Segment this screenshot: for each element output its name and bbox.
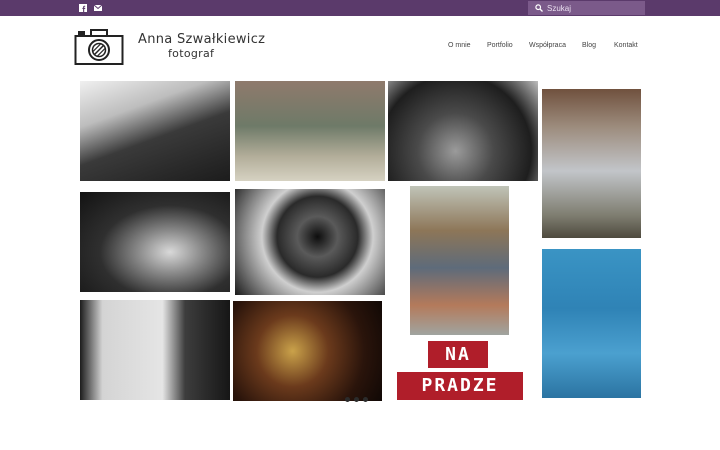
gallery-photo-spiral-staircase[interactable]: [235, 189, 385, 295]
nav-item-portfolio[interactable]: Portfolio: [487, 42, 513, 49]
gallery-photo-old-facade[interactable]: [410, 186, 509, 335]
nav-item-kontakt[interactable]: Kontakt: [614, 42, 638, 49]
gallery-photo-window-cat[interactable]: [80, 300, 230, 400]
mail-icon[interactable]: [94, 4, 102, 12]
nav-item-o-mnie[interactable]: O mnie: [448, 42, 471, 49]
slider-dot-1[interactable]: [345, 397, 350, 402]
nav-item-wspolpraca[interactable]: Współpraca: [529, 42, 566, 49]
slider-dot-2[interactable]: [354, 397, 359, 402]
brand-name[interactable]: Anna Szwałkiewicz: [138, 32, 265, 47]
search-input[interactable]: [547, 2, 642, 14]
slider-dot-3[interactable]: [363, 397, 368, 402]
gallery-photo-blue-shrine[interactable]: [542, 249, 641, 398]
brand-subtitle: fotograf: [168, 47, 215, 60]
poster-line-2: PRADZE: [397, 372, 523, 400]
search-box[interactable]: [528, 1, 645, 15]
camera-logo-icon[interactable]: [74, 28, 124, 66]
top-bar: [0, 0, 720, 16]
gallery-photo-wall-shrine[interactable]: [542, 89, 641, 238]
gallery-photo-stairwell-night[interactable]: [233, 301, 382, 401]
nav-item-blog[interactable]: Blog: [582, 42, 596, 49]
search-icon[interactable]: [533, 2, 545, 14]
gallery-photo-courtyard-buildings[interactable]: [80, 81, 230, 181]
na-pradze-poster[interactable]: NA PRADZE: [396, 341, 524, 401]
poster-line-1: NA: [428, 341, 488, 368]
facebook-icon[interactable]: [79, 4, 87, 12]
gallery-photo-archway[interactable]: [80, 192, 230, 292]
gallery-photo-courtyard-sculpture[interactable]: [388, 81, 538, 181]
gallery-photo-courtyard-shrine[interactable]: [235, 81, 385, 181]
slider-dots: [345, 397, 368, 402]
